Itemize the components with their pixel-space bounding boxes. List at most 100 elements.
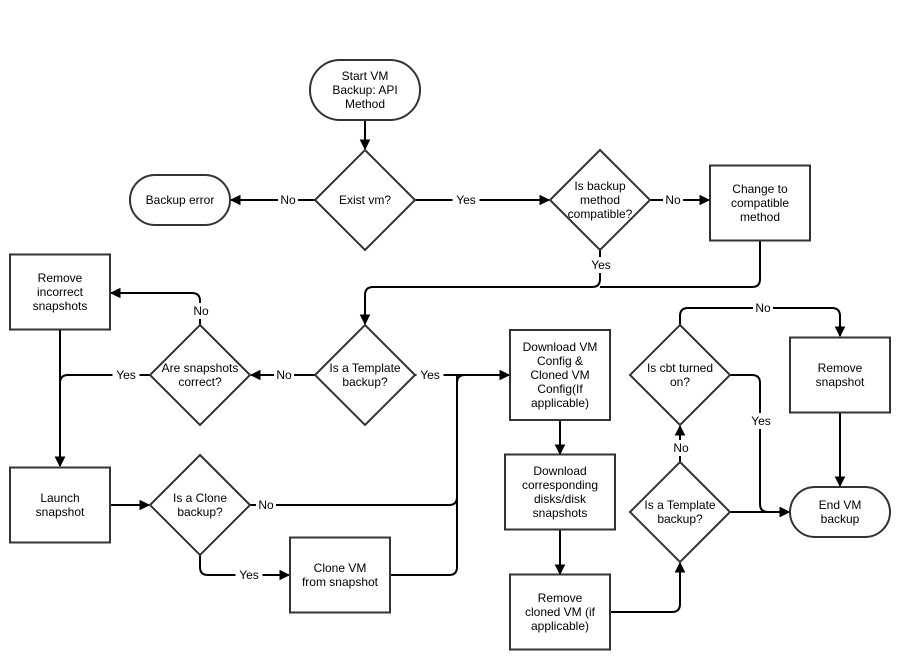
node-label-line: Config(If (537, 382, 583, 396)
arrowhead-icon (359, 314, 371, 326)
node-download-disks: Downloadcorrespondingdisks/disksnapshots (504, 453, 616, 531)
arrowhead-icon (674, 561, 686, 573)
node-label-line: Are snapshots (162, 361, 239, 375)
edge-line (390, 375, 458, 576)
edge-label-no: No (278, 192, 298, 208)
edge-label-yes: Yes (452, 192, 480, 208)
node-is-cbt-on: Is cbt turnedon? (628, 323, 732, 427)
arrowhead-icon (674, 424, 686, 436)
edge-label-text: Yes (751, 414, 771, 428)
arrowhead-icon (249, 369, 261, 381)
node-label-line: applicable) (531, 619, 589, 633)
edge-remove-incorrect-to-launch-snapshot (54, 330, 66, 468)
node-label-line: Is cbt turned (647, 361, 713, 375)
node-start: Start VMBackup: APIMethod (309, 59, 421, 121)
node-remove-cloned: Removecloned VM (ifapplicable) (509, 573, 611, 651)
node-label-line: Method (345, 97, 385, 111)
node-is-template-2: Is a Templatebackup? (628, 460, 732, 564)
node-label-line: Cloned VM (530, 368, 589, 382)
edge-label-yes: Yes (747, 413, 775, 429)
edge-label-yes: Yes (587, 257, 615, 273)
edge-label-no: No (671, 440, 691, 456)
node-label-line: Download VM (523, 340, 598, 354)
edge-label-text: No (280, 193, 296, 207)
edge-is-method-compatible-to-is-template-1 (359, 250, 601, 326)
edge-exist-vm-to-is-method-compatible (415, 194, 551, 206)
edge-line (730, 374, 789, 513)
edge-label-text: No (755, 301, 771, 315)
node-label-line: Is a Clone (173, 491, 227, 505)
node-remove-incorrect: Removeincorrectsnapshots (9, 253, 111, 331)
edge-line (364, 250, 601, 324)
edge-label-text: No (673, 441, 689, 455)
node-label-line: method (740, 210, 780, 224)
arrowhead-icon (499, 369, 511, 381)
arrowhead-icon (554, 444, 566, 456)
edge-label-no: No (256, 497, 276, 513)
node-label-line: Remove (538, 591, 583, 605)
node-end: End VMbackup (789, 486, 891, 538)
edge-label-text: No (193, 304, 209, 318)
arrowhead-icon (834, 326, 846, 338)
edge-line (59, 374, 150, 466)
arrowhead-icon (139, 499, 151, 511)
edge-label-text: Yes (116, 368, 136, 382)
edge-change-method-to-is-template-1 (600, 241, 761, 288)
node-is-template-1: Is a Templatebackup? (313, 323, 417, 427)
node-label-line: backup (821, 512, 860, 526)
node-is-method-compatible: Is backupmethodcompatible? (548, 148, 652, 252)
edge-snapshots-correct-to-launch-snapshot (54, 374, 150, 468)
edge-label-text: Yes (456, 193, 476, 207)
node-label-line: method (580, 193, 620, 207)
edge-label-text: Yes (420, 368, 440, 382)
edge-label-text: Yes (239, 568, 259, 582)
edge-label-no: No (663, 192, 683, 208)
node-label-line: Launch (40, 491, 79, 505)
node-label-line: on? (670, 375, 690, 389)
node-clone-vm: Clone VMfrom snapshot (289, 536, 391, 614)
node-label-line: snapshot (36, 505, 85, 519)
node-is-clone: Is a Clonebackup? (148, 453, 252, 557)
edge-clone-vm-to-download-config (390, 375, 458, 576)
edge-snapshots-correct-to-remove-incorrect (109, 287, 201, 325)
edge-line (111, 292, 201, 325)
edge-remove-snapshot-to-end (834, 412, 846, 488)
edge-label-yes: Yes (112, 367, 140, 383)
arrowhead-icon (834, 476, 846, 488)
edge-start-to-exist-vm (359, 120, 371, 151)
arrowhead-icon (229, 194, 241, 206)
node-label-line: corresponding (522, 478, 598, 492)
arrowhead-icon (539, 194, 551, 206)
node-label-line: Change to (732, 182, 788, 196)
arrowhead-icon (699, 194, 711, 206)
node-label-line: incorrect (37, 285, 84, 299)
node-label-line: correct? (178, 375, 222, 389)
edge-label-yes: Yes (235, 567, 263, 583)
edge-label-text: No (276, 368, 292, 382)
node-label-line: Clone VM (314, 561, 367, 575)
edge-is-cbt-on-to-end (730, 374, 791, 518)
node-label-line: snapshots (33, 299, 88, 313)
arrowhead-icon (109, 287, 121, 299)
node-remove-snapshot: Removesnapshot (789, 336, 891, 414)
node-launch-snapshot: Launchsnapshot (9, 466, 111, 544)
node-label-line: snapshots (533, 506, 588, 520)
node-label-line: Config & (537, 354, 583, 368)
edge-label-text: No (258, 498, 274, 512)
node-label-line: Backup: API (332, 83, 397, 97)
node-label-line: End VM (819, 498, 862, 512)
arrowhead-icon (359, 139, 371, 151)
node-download-config: Download VMConfig &Cloned VMConfig(Ifapp… (509, 329, 611, 421)
node-label-line: from snapshot (302, 575, 379, 589)
node-label-line: snapshot (816, 375, 865, 389)
arrowhead-icon (279, 569, 291, 581)
edge-line (600, 241, 761, 288)
edge-label-text: No (665, 193, 681, 207)
node-label-line: Download (533, 464, 586, 478)
edge-label-text: Yes (591, 258, 611, 272)
nodes-layer: Start VMBackup: APIMethod Exist vm? Backup… (9, 59, 891, 651)
node-label-line: cloned VM (if (525, 605, 596, 619)
node-label-line: Is a Template (644, 498, 715, 512)
node-backup-error: Backup error (129, 174, 231, 226)
node-label-line: Remove (818, 361, 863, 375)
